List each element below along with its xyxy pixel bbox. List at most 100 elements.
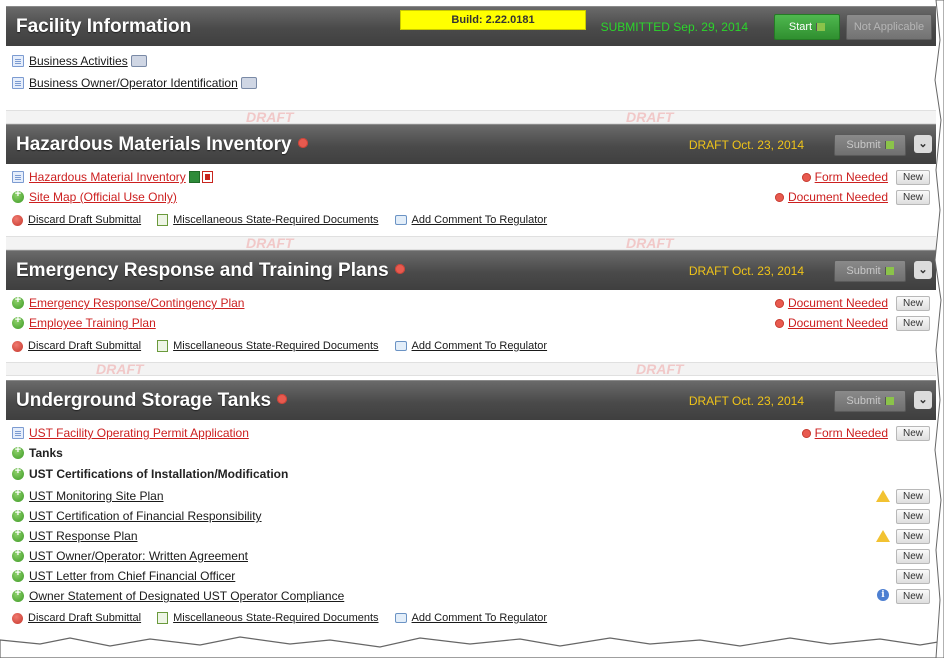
ust-document-link[interactable]: UST Monitoring Site Plan <box>29 489 164 503</box>
new-button[interactable]: New <box>896 296 930 311</box>
action-bar: Discard Draft Submittal Miscellaneous St… <box>12 612 563 624</box>
collapse-icon[interactable]: ⌄ <box>914 135 932 153</box>
section-title-text: Hazardous Materials Inventory <box>16 134 292 155</box>
ust-document-link[interactable]: UST Certification of Financial Responsib… <box>29 509 262 523</box>
hazmat-inventory-link[interactable]: Hazardous Material Inventory <box>29 170 186 184</box>
add-comment-action[interactable]: Add Comment To Regulator <box>394 340 548 352</box>
ust-document-link[interactable]: UST Letter from Chief Financial Officer <box>29 569 235 583</box>
flag-icon <box>884 267 894 275</box>
discard-draft-link[interactable]: Discard Draft Submittal <box>28 214 141 226</box>
list-item[interactable]: UST Facility Operating Permit Applicatio… <box>12 424 936 442</box>
new-button[interactable]: New <box>896 316 930 331</box>
print-icon[interactable] <box>130 55 147 67</box>
business-activities-link[interactable]: Business Activities <box>29 54 128 68</box>
submit-button[interactable]: Submit <box>834 390 906 412</box>
list-item[interactable]: Owner Statement of Designated UST Operat… <box>12 587 936 605</box>
status-link[interactable]: Form Needed <box>815 170 888 184</box>
flag-icon <box>884 141 894 149</box>
submit-button[interactable]: Submit <box>834 134 906 156</box>
start-button[interactable]: Start <box>774 14 840 40</box>
section-header-hazmat: Hazardous Materials Inventory DRAFT Oct.… <box>6 124 936 164</box>
status-dot <box>774 318 784 328</box>
section-header-ust: Underground Storage Tanks DRAFT Oct. 23,… <box>6 380 936 420</box>
new-button[interactable]: New <box>896 549 930 564</box>
add-comment-link[interactable]: Add Comment To Regulator <box>412 340 548 352</box>
pdf-icon[interactable] <box>201 171 213 183</box>
new-button[interactable]: New <box>896 589 930 604</box>
new-button[interactable]: New <box>896 170 930 185</box>
certifications-label[interactable]: UST Certifications of Installation/Modif… <box>29 467 288 481</box>
print-icon[interactable] <box>240 77 257 89</box>
add-icon <box>12 587 24 602</box>
misc-docs-action[interactable]: Miscellaneous State-Required Documents <box>157 340 379 352</box>
build-banner: Build: 2.22.0181 <box>400 10 586 30</box>
new-button[interactable]: New <box>896 529 930 544</box>
add-comment-link[interactable]: Add Comment To Regulator <box>412 612 548 624</box>
submit-button[interactable]: Submit <box>834 260 906 282</box>
status-dot <box>277 394 288 404</box>
add-comment-link[interactable]: Add Comment To Regulator <box>412 214 548 226</box>
list-item[interactable]: Business Activities <box>12 52 936 70</box>
misc-docs-link[interactable]: Miscellaneous State-Required Documents <box>173 340 378 352</box>
watermark: DRAFT <box>626 236 674 250</box>
status-dot <box>297 138 308 148</box>
collapse-icon[interactable]: ⌄ <box>914 261 932 279</box>
misc-docs-link[interactable]: Miscellaneous State-Required Documents <box>173 612 378 624</box>
tanks-label[interactable]: Tanks <box>29 446 63 460</box>
add-comment-action[interactable]: Add Comment To Regulator <box>394 214 548 226</box>
misc-docs-link[interactable]: Miscellaneous State-Required Documents <box>173 214 378 226</box>
discard-draft-action[interactable]: Discard Draft Submittal <box>12 214 141 226</box>
new-button[interactable]: New <box>896 426 930 441</box>
discard-draft-link[interactable]: Discard Draft Submittal <box>28 612 141 624</box>
list-item[interactable]: UST Letter from Chief Financial Officer <box>12 567 936 585</box>
section-title: Emergency Response and Training Plans <box>16 260 405 282</box>
status-link[interactable]: Document Needed <box>788 190 888 204</box>
collapse-icon[interactable]: ⌄ <box>914 391 932 409</box>
status-dot <box>801 428 811 438</box>
list-item[interactable]: UST Owner/Operator: Written Agreement <box>12 547 936 565</box>
submitted-status: SUBMITTED Sep. 29, 2014 <box>600 20 748 34</box>
business-owner-link[interactable]: Business Owner/Operator Identification <box>29 76 238 90</box>
list-item[interactable]: UST Certification of Financial Responsib… <box>12 507 936 525</box>
list-item[interactable]: Tanks <box>12 444 936 462</box>
list-item[interactable]: Hazardous Material Inventory <box>12 168 936 186</box>
draft-status: DRAFT Oct. 23, 2014 <box>688 394 804 408</box>
torn-edge-bottom <box>0 636 944 658</box>
ust-document-link[interactable]: Owner Statement of Designated UST Operat… <box>29 589 344 603</box>
emergency-plan-link[interactable]: Emergency Response/Contingency Plan <box>29 296 244 310</box>
list-item[interactable]: UST Response Plan <box>12 527 936 545</box>
document-edit-icon <box>157 214 169 226</box>
status-indicator: Form Needed <box>801 426 888 440</box>
excel-icon[interactable] <box>188 171 200 183</box>
new-button[interactable]: New <box>896 569 930 584</box>
list-item[interactable]: Business Owner/Operator Identification <box>12 74 936 92</box>
list-item[interactable]: UST Monitoring Site Plan <box>12 487 936 505</box>
misc-docs-action[interactable]: Miscellaneous State-Required Documents <box>157 214 379 226</box>
status-indicator: Document Needed <box>774 316 888 330</box>
ust-document-link[interactable]: UST Response Plan <box>29 529 138 543</box>
training-plan-link[interactable]: Employee Training Plan <box>29 316 156 330</box>
list-item[interactable]: UST Certifications of Installation/Modif… <box>12 465 936 483</box>
misc-docs-action[interactable]: Miscellaneous State-Required Documents <box>157 612 379 624</box>
discard-draft-link[interactable]: Discard Draft Submittal <box>28 340 141 352</box>
submit-label: Submit <box>846 395 881 407</box>
add-comment-action[interactable]: Add Comment To Regulator <box>394 612 548 624</box>
ust-permit-link[interactable]: UST Facility Operating Permit Applicatio… <box>29 426 249 440</box>
section-title: Hazardous Materials Inventory <box>16 134 308 156</box>
flag-icon <box>884 397 894 405</box>
document-icon <box>12 77 24 89</box>
status-link[interactable]: Document Needed <box>788 296 888 310</box>
ust-document-link[interactable]: UST Owner/Operator: Written Agreement <box>29 549 248 563</box>
site-map-link[interactable]: Site Map (Official Use Only) <box>29 190 177 204</box>
discard-draft-action[interactable]: Discard Draft Submittal <box>12 612 141 624</box>
submit-label: Submit <box>846 265 881 277</box>
info-icon: i <box>877 589 889 601</box>
status-link[interactable]: Document Needed <box>788 316 888 330</box>
status-link[interactable]: Form Needed <box>815 426 888 440</box>
discard-draft-action[interactable]: Discard Draft Submittal <box>12 340 141 352</box>
discard-icon <box>12 612 23 624</box>
new-button[interactable]: New <box>896 509 930 524</box>
not-applicable-button[interactable]: Not Applicable <box>846 14 932 40</box>
new-button[interactable]: New <box>896 489 930 504</box>
new-button[interactable]: New <box>896 190 930 205</box>
